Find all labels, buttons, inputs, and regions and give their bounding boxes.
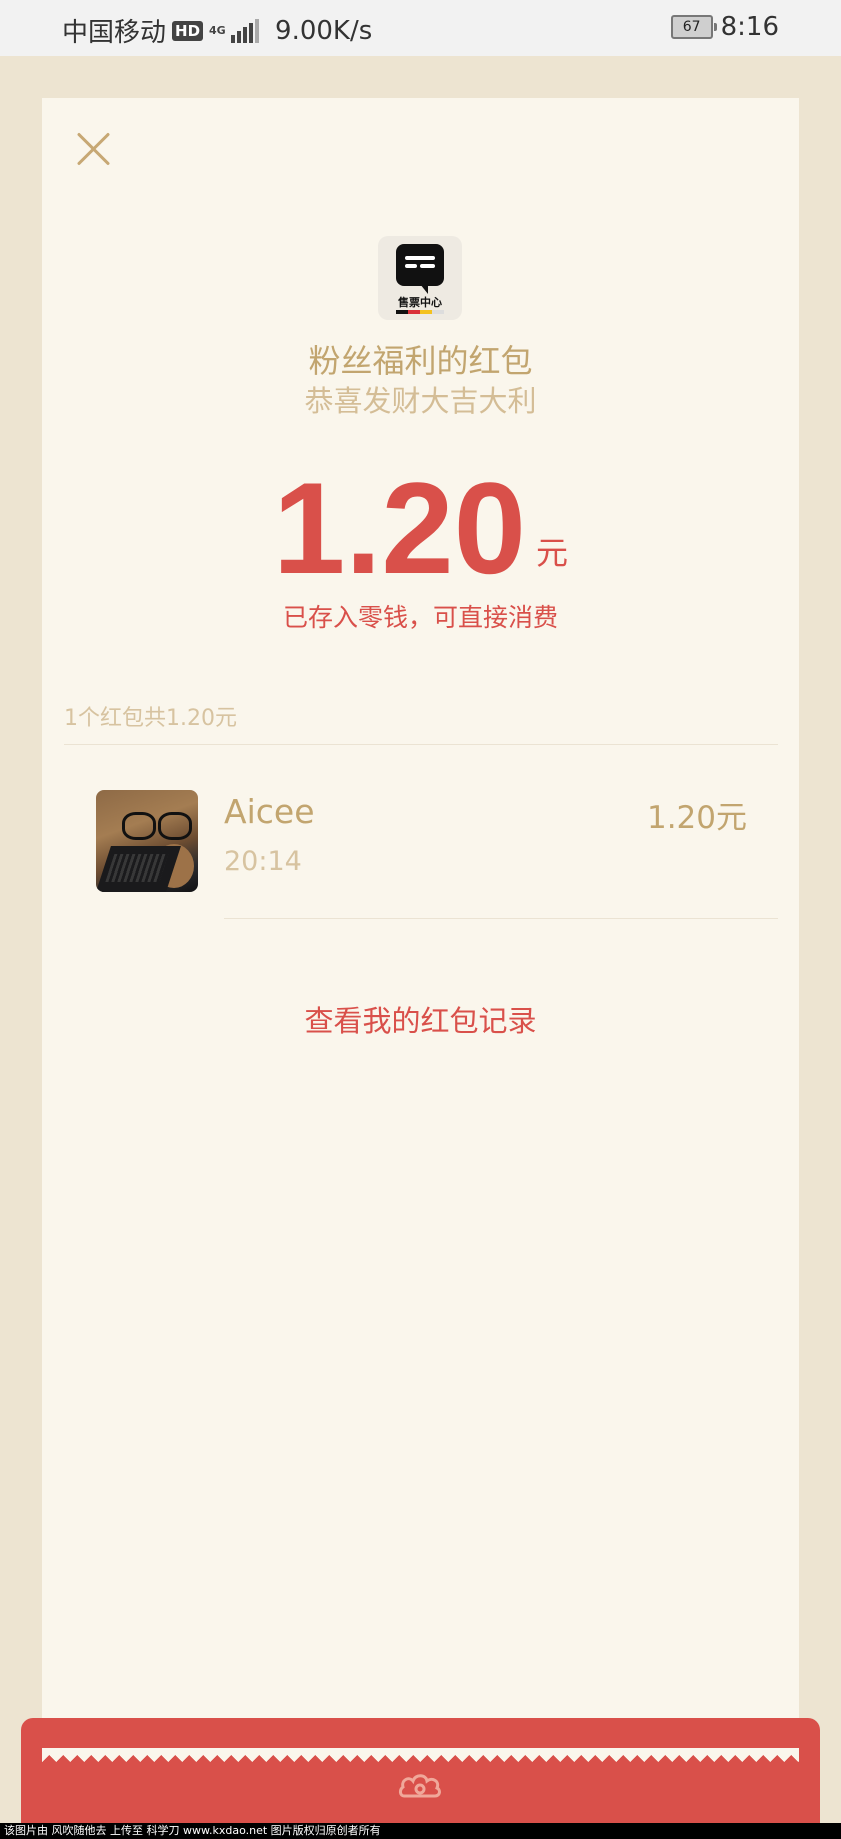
status-bar: 中国移动 HD 4G 9.00K/s 67 8:16: [0, 0, 841, 56]
chat-bubble-icon: [396, 244, 444, 294]
packet-title: 粉丝福利的红包: [308, 342, 533, 380]
glasses-shape: [122, 812, 192, 840]
receive-time: 20:14: [224, 846, 302, 877]
packet-greeting: 恭喜发财大吉大利: [304, 384, 537, 418]
recipient-name: Aicee: [224, 792, 315, 831]
zigzag-edge: [42, 1748, 799, 1762]
view-records-link[interactable]: 查看我的红包记录: [42, 998, 799, 1040]
received-amount: 1.20元: [646, 800, 747, 836]
cloud-icon: [399, 1774, 441, 1798]
battery-icon: 67: [670, 15, 717, 39]
packet-summary: 1个红包共1.20元: [64, 706, 237, 731]
carrier-label: 中国移动: [62, 18, 167, 48]
red-packet-card: 售票中心 粉丝福利的红包 恭喜发财大吉大利 1.20 元 已存入零钱，可直接消费…: [42, 98, 799, 1763]
amount-display: 1.20 元: [42, 458, 799, 598]
logo-stripe: [396, 310, 444, 314]
list-item[interactable]: Aicee 20:14 1.20元: [42, 778, 799, 918]
avatar: [96, 790, 198, 892]
laptop-shape: [96, 846, 181, 892]
divider: [64, 744, 778, 745]
amount-note: 已存入零钱，可直接消费: [282, 603, 558, 632]
clock: 8:16: [720, 12, 779, 42]
signal-icon: [231, 18, 260, 43]
network-type-icon: 4G: [209, 24, 226, 37]
watermark-text: 该图片由 风吹随他去 上传至 科学刀 www.kxdao.net 图片版权归原创…: [0, 1823, 841, 1839]
network-speed: 9.00K/s: [275, 15, 373, 46]
hd-icon: HD: [172, 20, 204, 41]
amount-value: 1.20: [272, 455, 526, 601]
status-right: 67 8:16: [670, 12, 779, 42]
divider: [224, 918, 778, 919]
logo-text: 售票中心: [398, 296, 442, 309]
sender-logo: 售票中心: [378, 236, 462, 320]
close-icon[interactable]: [72, 128, 114, 170]
amount-unit: 元: [536, 534, 569, 572]
status-left: 中国移动 HD 4G 9.00K/s: [62, 12, 372, 49]
